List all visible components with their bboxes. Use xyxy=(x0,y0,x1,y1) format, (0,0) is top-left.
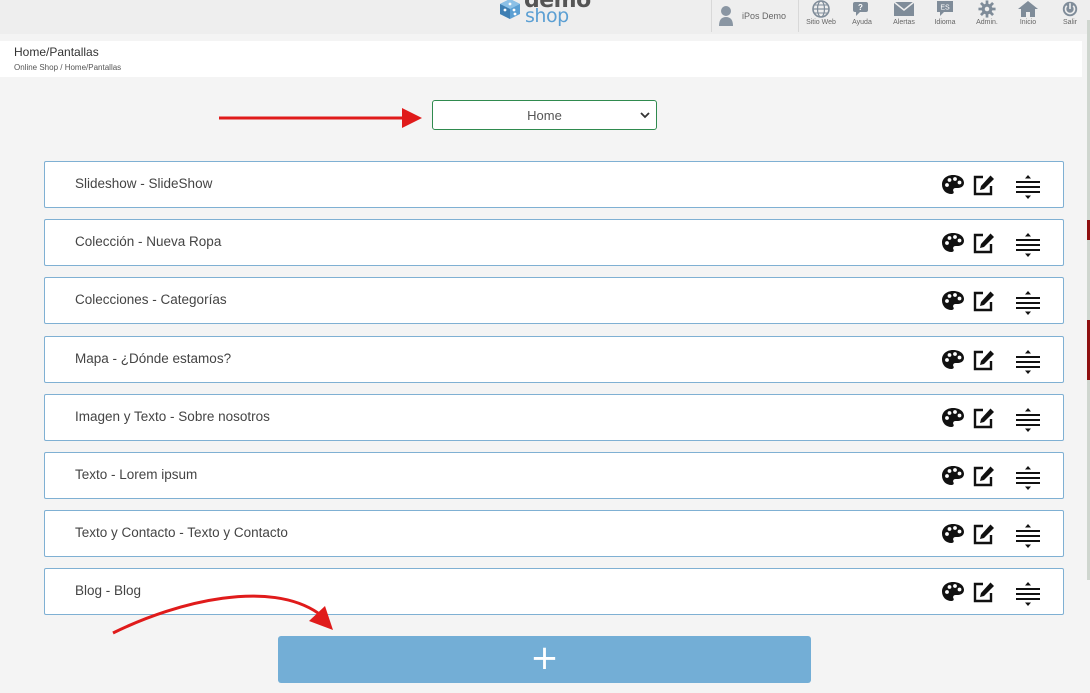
section-label: Texto - Lorem ipsum xyxy=(75,467,198,482)
nav-label: Idioma xyxy=(934,19,956,26)
edit-icon[interactable] xyxy=(972,174,996,196)
envelope-icon xyxy=(893,1,915,16)
nav-idioma[interactable]: ES Idioma xyxy=(925,0,965,32)
drag-handle-icon[interactable] xyxy=(1015,581,1041,607)
user-name: iPos Demo xyxy=(742,11,787,21)
divider xyxy=(711,0,712,32)
palette-icon[interactable] xyxy=(941,290,965,312)
page-title: Home/Pantallas xyxy=(14,45,99,59)
plus-icon: + xyxy=(530,638,559,678)
screen-select[interactable]: Home xyxy=(432,100,657,130)
top-header: demo shop iPos Demo Sitio Web ? Ayuda Al… xyxy=(0,0,1090,34)
section-row[interactable]: Colección - Nueva Ropa xyxy=(44,219,1064,266)
nav-label: Ayuda xyxy=(852,19,872,26)
edit-icon[interactable] xyxy=(972,232,996,254)
palette-icon[interactable] xyxy=(941,349,965,371)
nav-sitio-web[interactable]: Sitio Web xyxy=(801,0,841,32)
nav-label: Inicio xyxy=(1019,19,1037,26)
arrow-to-select xyxy=(219,108,422,128)
edit-icon[interactable] xyxy=(972,523,996,545)
user-icon xyxy=(719,6,733,26)
palette-icon[interactable] xyxy=(941,174,965,196)
palette-icon[interactable] xyxy=(941,232,965,254)
nav-label: Salir xyxy=(1062,19,1077,26)
section-label: Colección - Nueva Ropa xyxy=(75,234,222,249)
language-badge: ES xyxy=(940,5,950,12)
edit-icon[interactable] xyxy=(972,465,996,487)
svg-text:?: ? xyxy=(858,3,863,12)
power-icon xyxy=(1062,1,1078,17)
nav-label: Admin. xyxy=(976,19,998,26)
help-chat-icon: ? xyxy=(853,2,868,16)
section-row[interactable]: Blog - Blog xyxy=(44,568,1064,615)
palette-icon[interactable] xyxy=(941,407,965,429)
section-label: Mapa - ¿Dónde estamos? xyxy=(75,351,232,366)
section-label: Blog - Blog xyxy=(75,583,142,598)
nav-label: Sitio Web xyxy=(806,19,836,26)
logo-text-bottom: shop xyxy=(525,5,569,27)
drag-handle-icon[interactable] xyxy=(1015,349,1041,375)
section-row[interactable]: Texto - Lorem ipsum xyxy=(44,452,1064,499)
drag-handle-icon[interactable] xyxy=(1015,465,1041,491)
gear-icon xyxy=(978,0,996,18)
breadcrumb-path[interactable]: Online Shop / Home/Pantallas xyxy=(14,63,121,72)
add-section-button[interactable]: + xyxy=(278,636,811,683)
edit-icon[interactable] xyxy=(972,407,996,429)
section-label: Imagen y Texto - Sobre nosotros xyxy=(75,409,270,424)
section-row[interactable]: Mapa - ¿Dónde estamos? xyxy=(44,336,1064,383)
palette-icon[interactable] xyxy=(941,465,965,487)
nav-ayuda[interactable]: ? Ayuda xyxy=(842,0,882,32)
user-menu[interactable]: iPos Demo xyxy=(718,0,786,32)
nav-salir[interactable]: Salir xyxy=(1050,0,1090,32)
drag-handle-icon[interactable] xyxy=(1015,174,1041,200)
section-row[interactable]: Texto y Contacto - Texto y Contacto xyxy=(44,510,1064,557)
demo-shop-logo[interactable]: demo shop xyxy=(497,0,591,32)
palette-icon[interactable] xyxy=(941,523,965,545)
edit-icon[interactable] xyxy=(972,290,996,312)
drag-handle-icon[interactable] xyxy=(1015,232,1041,258)
breadcrumb: Home/Pantallas Online Shop / Home/Pantal… xyxy=(0,41,1082,77)
home-icon xyxy=(1018,1,1038,17)
edit-icon[interactable] xyxy=(972,581,996,603)
nav-alertas[interactable]: Alertas xyxy=(884,0,924,32)
nav-label: Alertas xyxy=(893,19,915,26)
screen-select-value: Home xyxy=(527,108,562,123)
palette-icon[interactable] xyxy=(941,581,965,603)
section-row[interactable]: Colecciones - Categorías xyxy=(44,277,1064,324)
drag-handle-icon[interactable] xyxy=(1015,523,1041,549)
section-row[interactable]: Imagen y Texto - Sobre nosotros xyxy=(44,394,1064,441)
section-row[interactable]: Slideshow - SlideShow xyxy=(44,161,1064,208)
section-label: Colecciones - Categorías xyxy=(75,292,227,307)
edit-icon[interactable] xyxy=(972,349,996,371)
nav-admin[interactable]: Admin. xyxy=(967,0,1007,32)
section-label: Slideshow - SlideShow xyxy=(75,176,213,191)
section-label: Texto y Contacto - Texto y Contacto xyxy=(75,525,288,540)
drag-handle-icon[interactable] xyxy=(1015,290,1041,316)
chevron-down-icon xyxy=(640,112,650,119)
drag-handle-icon[interactable] xyxy=(1015,407,1041,433)
nav-inicio[interactable]: Inicio xyxy=(1008,0,1048,32)
globe-icon xyxy=(812,0,830,18)
cube-logo-icon xyxy=(500,0,520,19)
language-icon: ES xyxy=(937,1,953,16)
divider xyxy=(798,0,799,32)
